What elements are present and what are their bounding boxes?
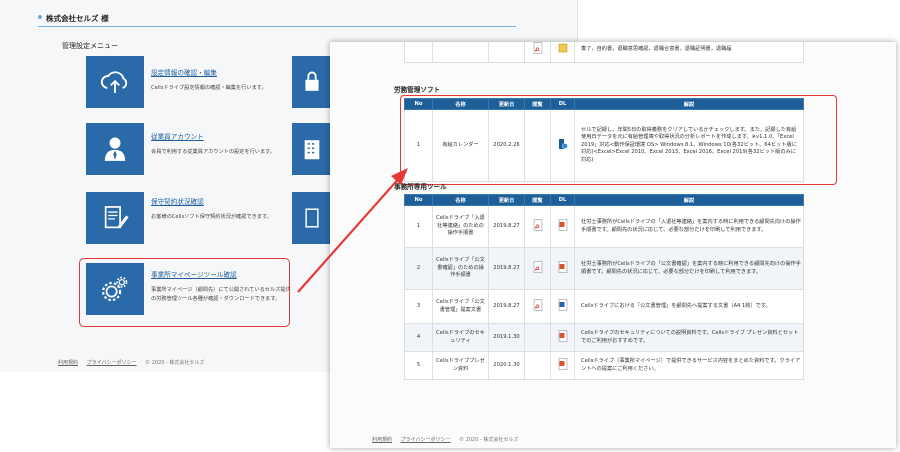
row-name: Cellsドライブプレゼン資料 bbox=[432, 351, 489, 380]
row-date: 2020.1.30 bbox=[488, 351, 525, 380]
privacy-link[interactable]: プライバシーポリシー bbox=[401, 437, 451, 443]
highlight-box bbox=[79, 258, 290, 327]
col-desc: 解説 bbox=[574, 194, 804, 206]
maintenance-status-link[interactable]: 保守契約状況確認 bbox=[151, 196, 204, 206]
col-name: 名称 bbox=[432, 194, 489, 206]
row-desc: Cellsドライブのセキュリティについての説明資料です。Cellsドライブ プレ… bbox=[574, 323, 804, 352]
col-date: 更新日 bbox=[488, 194, 525, 206]
copyright-text: © 2020 - 株式会社セルズ bbox=[145, 360, 205, 366]
company-name: 株式会社セルズ 様 bbox=[46, 14, 109, 23]
settings-edit-desc: Cellsドライブ設定情報の確認・編集を行います。 bbox=[151, 85, 267, 91]
building-icon[interactable] bbox=[292, 123, 332, 175]
ppt-icon[interactable] bbox=[558, 260, 568, 273]
highlight-box bbox=[400, 95, 837, 185]
row-desc: 社労士事務所がCellsドライブの「入退社等連絡」を案内する時に利用できる顧問先… bbox=[574, 205, 804, 248]
company-bullet-icon bbox=[38, 15, 42, 19]
header-divider bbox=[38, 26, 516, 27]
tools-list-window: 奏了，自約書，退職意思確認，退職合意書，退職証明書，退職届 労務管理ソフト No… bbox=[330, 42, 896, 448]
front-footer: 利用規約 プライバシーポリシー © 2020 - 株式会社セルズ bbox=[372, 436, 525, 443]
table-row: 4 Cellsドライブのセキュリティ 2019.1.30 Cellsドライブのセ… bbox=[404, 323, 804, 352]
pdf-icon[interactable] bbox=[533, 260, 543, 273]
row-name: Cellsドライブ「入退社等連絡」のための操作手順書 bbox=[432, 205, 489, 248]
ppt-icon[interactable] bbox=[558, 329, 568, 342]
top-row-desc: 奏了，自約書，退職意思確認，退職合意書，退職証明書，退職届 bbox=[574, 42, 804, 63]
col-dl: DL bbox=[550, 194, 575, 206]
view-cell bbox=[524, 323, 551, 352]
row-desc: Cellsドライブにおける「公文書管理」を顧問先へ提案する文書（A4 1枚）です… bbox=[574, 289, 804, 324]
settings-edit-link[interactable]: 設定情報の確認・編集 bbox=[151, 67, 217, 77]
pdf-icon[interactable] bbox=[533, 298, 543, 311]
row-name: Cellsドライブのセキュリティ bbox=[432, 323, 489, 352]
privacy-link[interactable]: プライバシーポリシー bbox=[87, 360, 137, 366]
view-cell bbox=[524, 351, 551, 380]
copyright-text: © 2020 - 株式会社セルズ bbox=[459, 437, 519, 443]
back-footer: 利用規約 プライバシーポリシー © 2020 - 株式会社セルズ bbox=[58, 359, 211, 366]
ppt-icon[interactable] bbox=[558, 357, 568, 370]
lock-icon[interactable] bbox=[292, 56, 332, 108]
terms-link[interactable]: 利用規約 bbox=[58, 360, 78, 366]
pdf-icon[interactable] bbox=[533, 42, 543, 54]
row-no: 2 bbox=[404, 247, 433, 290]
office-tools-table: No 名称 更新日 閲覧 DL 解説 1 Cellsドライブ「入退社等連絡」のた… bbox=[404, 194, 804, 380]
row-desc: 社労士事務所がCellsドライブの「公文書確認」を案内する時に利用できる顧問先向… bbox=[574, 247, 804, 290]
row-name: Cellsドライブ「公文書管理」提案文書 bbox=[432, 289, 489, 324]
row-date: 2019.8.27 bbox=[488, 247, 525, 290]
terms-link[interactable]: 利用規約 bbox=[372, 437, 392, 443]
cloud-upload-icon[interactable] bbox=[86, 56, 144, 108]
document-edit-icon[interactable] bbox=[86, 192, 144, 244]
menu-title: 管理設定メニュー bbox=[62, 42, 118, 50]
pdf-icon[interactable] bbox=[533, 218, 543, 231]
maintenance-status-desc: お客様のCellsソフト保守契約状況が確認できます。 bbox=[151, 214, 272, 220]
table-row: 1 Cellsドライブ「入退社等連絡」のための操作手順書 2019.8.27 社… bbox=[404, 205, 804, 248]
row-no: 4 bbox=[404, 323, 433, 352]
ppt-icon[interactable] bbox=[558, 218, 568, 231]
col-view: 閲覧 bbox=[524, 194, 551, 206]
row-no: 3 bbox=[404, 289, 433, 324]
table-row: 2 Cellsドライブ「公文書確認」のための操作手順書 2019.8.27 社労… bbox=[404, 247, 804, 290]
row-date: 2019.8.27 bbox=[488, 205, 525, 248]
row-no: 1 bbox=[404, 205, 433, 248]
row-desc: Cellsドライブ（事業所マイページ）で提供できるサービス内容をまとめた資料です… bbox=[574, 351, 804, 380]
row-date: 2019.1.30 bbox=[488, 323, 525, 352]
word-icon[interactable] bbox=[558, 298, 568, 311]
row-name: Cellsドライブ「公文書確認」のための操作手順書 bbox=[432, 247, 489, 290]
labor-software-title: 労務管理ソフト bbox=[394, 86, 441, 94]
table-row: 5 Cellsドライブプレゼン資料 2020.1.30 Cellsドライブ（事業… bbox=[404, 351, 804, 380]
table-row: 3 Cellsドライブ「公文書管理」提案文書 2019.8.27 Cellsドラ… bbox=[404, 289, 804, 324]
col-no: No bbox=[404, 194, 433, 206]
row-date: 2019.8.27 bbox=[488, 289, 525, 324]
employee-account-desc: 会員で利用する従業員アカウントの設定を行います。 bbox=[151, 149, 275, 155]
employee-account-link[interactable]: 従業員アカウント bbox=[151, 131, 204, 141]
row-no: 5 bbox=[404, 351, 433, 380]
top-partial-table: 奏了，自約書，退職意思確認，退職合意書，退職証明書，退職届 bbox=[404, 42, 804, 63]
user-icon[interactable] bbox=[86, 123, 144, 175]
zip-icon[interactable] bbox=[558, 42, 568, 54]
office-tools-title: 事務所専用ツール bbox=[394, 183, 447, 191]
document-icon[interactable] bbox=[292, 192, 332, 244]
